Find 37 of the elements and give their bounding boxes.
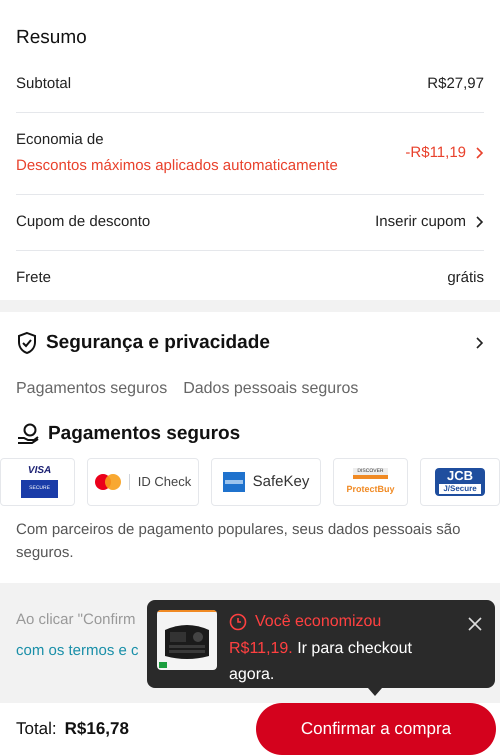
clock-icon — [229, 613, 247, 631]
chevron-right-icon — [474, 146, 484, 160]
hand-coin-icon — [16, 423, 40, 445]
discount-value: -R$11,19 — [405, 142, 466, 163]
row-label: Economia de — [16, 130, 105, 150]
chevron-right-icon — [474, 215, 484, 229]
logo-text: ProtectBuy — [346, 483, 394, 496]
section-title: Pagamentos seguros — [48, 422, 240, 446]
close-icon — [468, 617, 482, 631]
discount-note: Descontos máximos aplicados automaticamente — [16, 156, 338, 176]
terms-text: Ao clicar "Confirm — [16, 610, 136, 630]
confirm-button[interactable]: Confirmar a compra — [256, 703, 496, 755]
row-label: Frete — [16, 268, 52, 288]
terms-link[interactable]: com os termos e c — [16, 640, 139, 662]
logo-text: VISA — [28, 466, 52, 476]
popup-title: Você economizou — [255, 612, 382, 632]
total-value: R$16,78 — [64, 718, 129, 740]
logo-text: J/Secure — [439, 484, 481, 494]
chevron-right-icon — [474, 336, 484, 350]
total-label: Total: — [16, 718, 57, 740]
logo-text: SafeKey — [252, 472, 310, 492]
logo-text: ID Check — [138, 473, 192, 492]
section-title: Resumo — [16, 26, 88, 50]
row-value: R$27,97 — [427, 74, 484, 94]
section-title: Segurança e privacidade — [46, 330, 270, 355]
overlapping-circles-icon — [94, 474, 121, 490]
security-tag: Dados pessoais seguros — [183, 377, 358, 401]
security-note: Com parceiros de pagamento populares, seus dados pessoais são seguros. — [16, 520, 462, 563]
popup-message: R$11,19. Ir para checkout agora. — [229, 639, 413, 685]
card-icon — [222, 472, 245, 492]
security-tag: Pagamentos seguros — [16, 377, 168, 401]
logo-text: JCB — [446, 468, 473, 484]
shield-check-icon — [16, 331, 38, 355]
row-label: Subtotal — [16, 74, 72, 94]
row-value[interactable]: Inserir cupom — [375, 210, 466, 234]
row-label: Cupom de desconto — [16, 212, 150, 232]
row-value: grátis — [447, 268, 484, 288]
